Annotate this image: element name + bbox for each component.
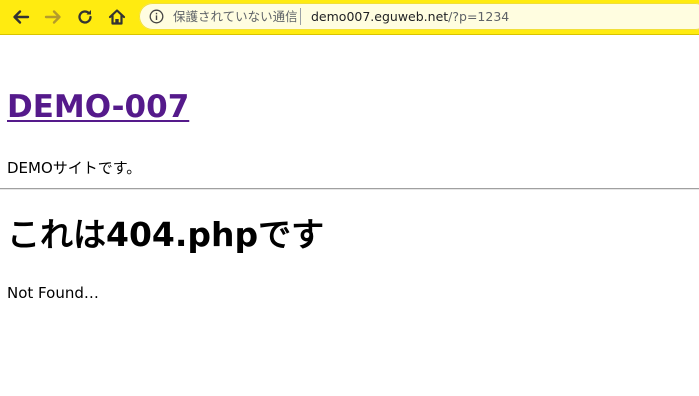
home-icon	[108, 9, 126, 25]
divider	[0, 188, 699, 190]
address-bar[interactable]: 保護されていない通信 demo007.eguweb.net/?p=1234	[139, 3, 699, 30]
home-button[interactable]	[105, 5, 129, 29]
info-icon[interactable]	[149, 9, 164, 24]
site-title: DEMO-007	[7, 87, 189, 127]
url-host: demo007.eguweb.net	[311, 9, 449, 24]
url-path: /?p=1234	[448, 9, 510, 24]
browser-toolbar: 保護されていない通信 demo007.eguweb.net/?p=1234	[0, 0, 699, 35]
arrow-left-icon	[13, 10, 30, 24]
page-heading: これは404.phpです	[7, 215, 325, 254]
site-title-link[interactable]: DEMO-007	[7, 89, 189, 125]
site-description: DEMOサイトです。	[7, 159, 142, 177]
forward-button[interactable]	[41, 5, 65, 29]
security-status-label[interactable]: 保護されていない通信	[173, 8, 298, 25]
body-text: Not Found…	[7, 284, 99, 302]
url-text[interactable]: demo007.eguweb.net/?p=1234	[311, 8, 509, 25]
omnibox-divider	[300, 8, 301, 25]
arrow-right-icon	[44, 10, 61, 24]
reload-button[interactable]	[73, 5, 97, 29]
back-button[interactable]	[9, 5, 33, 29]
page-content: DEMO-007 DEMOサイトです。 これは404.phpです Not Fou…	[0, 35, 699, 396]
reload-icon	[78, 10, 92, 24]
